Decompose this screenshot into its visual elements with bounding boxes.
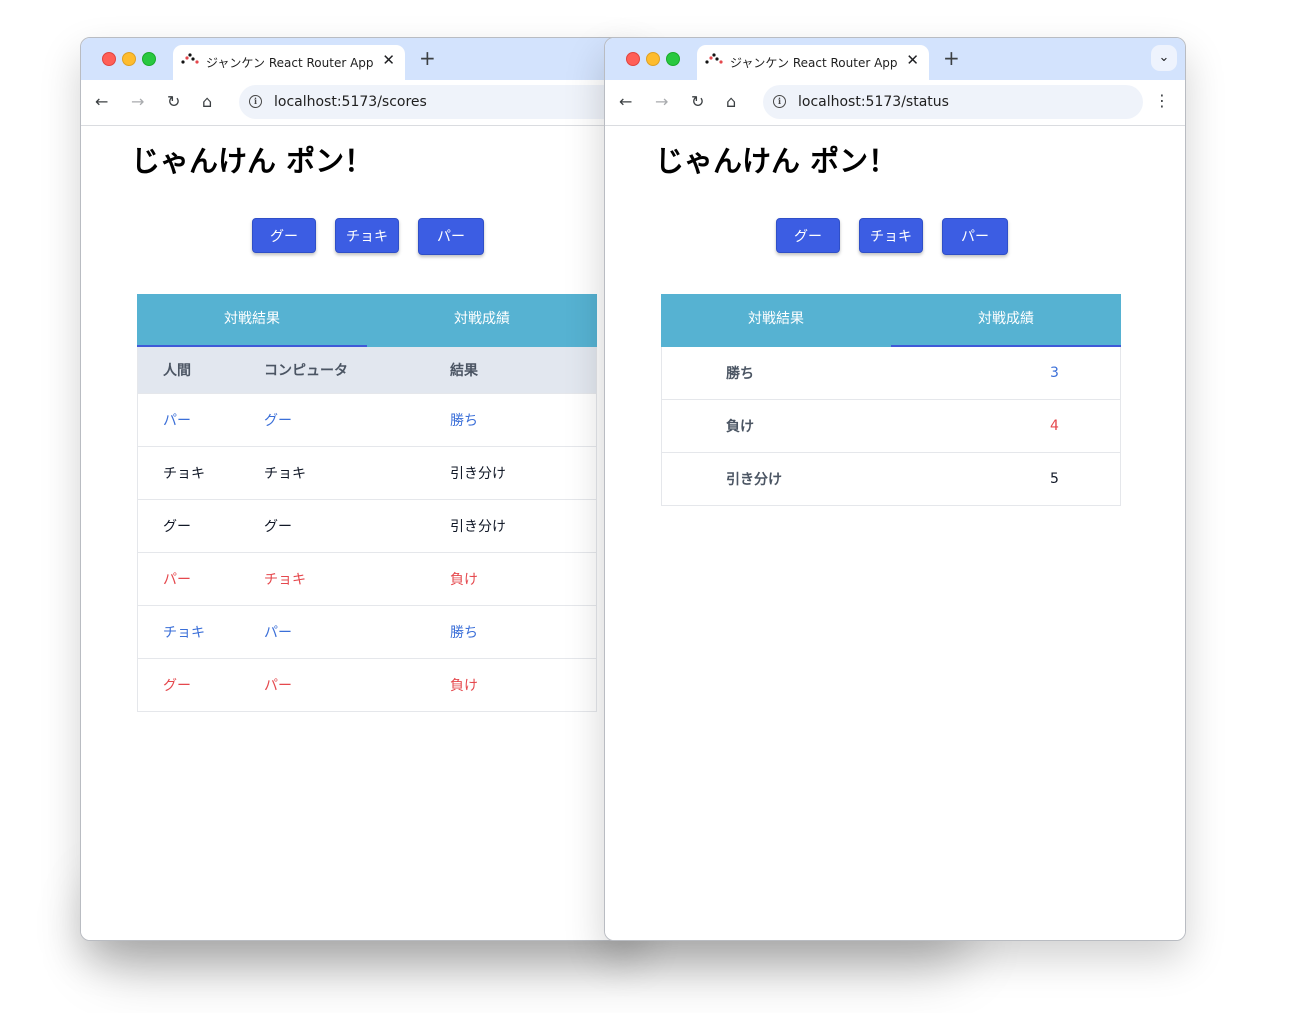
page-content: じゃんけん ポン！ グー チョキ パー 対戦結果 対戦成績 人間 コンピュータ … [81,126,641,940]
plus-icon[interactable]: + [943,47,960,69]
column-header-human: 人間 [137,347,264,394]
goo-button[interactable]: グー [776,218,840,253]
tab-strip: ジャンケン React Router App ✕ + ⌄ [605,38,1185,80]
page-title: じゃんけん ポン！ [655,144,898,178]
choki-button[interactable]: チョキ [335,218,399,253]
page-title: じゃんけん ポン！ [131,144,374,178]
arrow-left-icon[interactable]: ← [95,94,108,110]
home-icon[interactable]: ⌂ [726,94,736,110]
info-icon[interactable]: i [249,95,262,108]
maximize-window-button[interactable] [666,52,680,66]
tab-results[interactable]: 対戦結果 [661,294,891,347]
computer-hand-cell: チョキ [264,446,450,500]
goo-button[interactable]: グー [252,218,316,253]
url-text: localhost:5173/status [798,94,949,110]
computer-hand-cell: グー [264,393,450,447]
computer-hand-cell: チョキ [264,552,450,606]
choki-button[interactable]: チョキ [859,218,923,253]
tab-results[interactable]: 対戦結果 [137,294,367,347]
tab-strip: ジャンケン React Router App ✕ + [81,38,641,80]
url-text: localhost:5173/scores [274,94,427,110]
human-hand-cell: チョキ [137,605,264,659]
minimize-window-button[interactable] [646,52,660,66]
stat-value: 4 [1050,399,1121,453]
human-hand-cell: チョキ [137,446,264,500]
stats-row: 引き分け 5 [661,452,1121,506]
browser-window-scores: ジャンケン React Router App ✕ + ← → ↻ ⌂ i loc… [80,37,642,941]
results-table: 人間 コンピュータ 結果 パー グー 勝ち チョキ チョキ 引き分け グー グー 引き分け パーチ… [137,347,597,712]
stats-table: 勝ち 3 負け 4 引き分け 5 [661,347,1121,506]
human-hand-cell: グー [137,499,264,553]
minimize-window-button[interactable] [122,52,136,66]
human-hand-cell: パー [137,552,264,606]
result-cell: 負け [450,658,597,712]
human-hand-cell: パー [137,393,264,447]
human-hand-cell: グー [137,658,264,712]
table-row: パー グー 勝ち [137,393,597,447]
close-window-button[interactable] [626,52,640,66]
browser-window-status: ジャンケン React Router App ✕ + ⌄ ← → ↻ ⌂ i l… [604,37,1186,941]
tab-navigation: 対戦結果 対戦成績 [661,294,1121,347]
tab-title: ジャンケン React Router App [206,56,374,70]
kebab-menu-icon[interactable]: ⋮ [1154,93,1170,109]
info-icon[interactable]: i [773,95,786,108]
stat-label: 負け [661,399,1050,453]
result-cell: 勝ち [450,393,597,447]
tab-stats[interactable]: 対戦成績 [367,294,597,347]
react-router-favicon-icon [181,53,199,64]
table-header-row: 人間 コンピュータ 結果 [137,347,597,394]
tab-navigation: 対戦結果 対戦成績 [137,294,597,347]
browser-toolbar: ← → ↻ ⌂ i localhost:5173/status ⋮ [605,80,1185,126]
react-router-favicon-icon [705,53,723,64]
column-header-computer: コンピュータ [264,347,450,394]
result-cell: 引き分け [450,499,597,553]
tab-stats[interactable]: 対戦成績 [891,294,1121,347]
address-bar[interactable]: i localhost:5173/scores [239,85,641,119]
browser-toolbar: ← → ↻ ⌂ i localhost:5173/scores [81,80,641,126]
home-icon[interactable]: ⌂ [202,94,212,110]
reload-icon[interactable]: ↻ [691,94,704,110]
tab-title: ジャンケン React Router App [730,56,898,70]
stat-label: 勝ち [661,347,1050,400]
computer-hand-cell: パー [264,605,450,659]
paa-button[interactable]: パー [418,218,484,255]
stat-label: 引き分け [661,452,1050,506]
browser-tab[interactable]: ジャンケン React Router App ✕ [697,45,929,80]
computer-hand-cell: パー [264,658,450,712]
close-window-button[interactable] [102,52,116,66]
table-row: チョキ チョキ 引き分け [137,446,597,500]
stats-row: 負け 4 [661,399,1121,453]
result-cell: 負け [450,552,597,606]
column-header-result: 結果 [450,347,597,394]
paa-button[interactable]: パー [942,218,1008,255]
stat-value: 5 [1050,452,1121,506]
arrow-left-icon[interactable]: ← [619,94,632,110]
table-row: グー パー 負け [137,658,597,712]
plus-icon[interactable]: + [419,47,436,69]
close-icon[interactable]: ✕ [906,51,919,69]
reload-icon[interactable]: ↻ [167,94,180,110]
browser-tab[interactable]: ジャンケン React Router App ✕ [173,45,405,80]
stat-value: 3 [1050,347,1121,400]
page-content: じゃんけん ポン！ グー チョキ パー 対戦結果 対戦成績 勝ち 3 負け 4 引き分け… [605,126,1185,940]
stats-row: 勝ち 3 [661,347,1121,400]
chevron-down-icon[interactable]: ⌄ [1151,45,1177,71]
maximize-window-button[interactable] [142,52,156,66]
table-row: チョキ パー 勝ち [137,605,597,659]
result-cell: 引き分け [450,446,597,500]
arrow-right-icon[interactable]: → [131,94,144,110]
result-cell: 勝ち [450,605,597,659]
table-row: グー グー 引き分け [137,499,597,553]
computer-hand-cell: グー [264,499,450,553]
address-bar[interactable]: i localhost:5173/status [763,85,1143,119]
close-icon[interactable]: ✕ [382,51,395,69]
table-row: パー チョキ 負け [137,552,597,606]
arrow-right-icon[interactable]: → [655,94,668,110]
